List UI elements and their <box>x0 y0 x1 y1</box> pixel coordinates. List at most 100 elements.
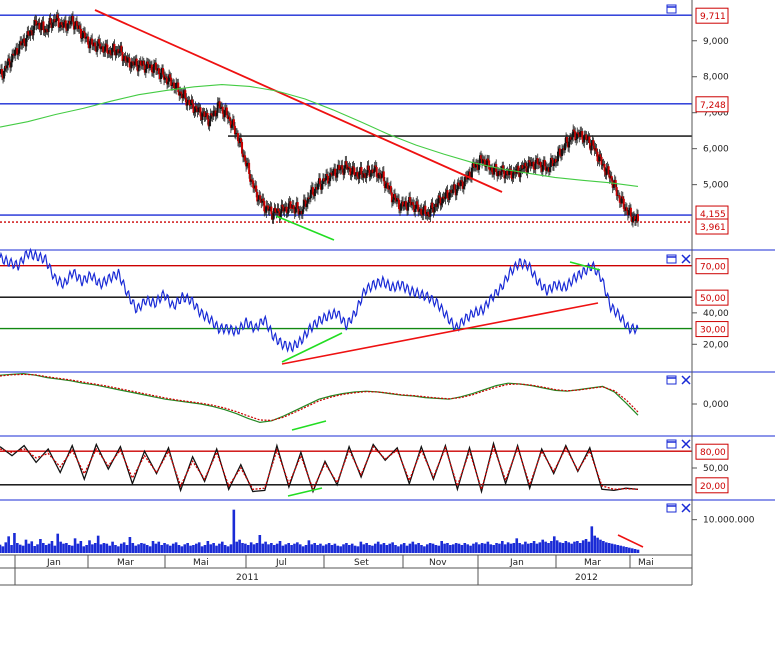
volume-bar <box>203 545 207 553</box>
x-tick-label: Set <box>354 558 369 568</box>
stoch-divergence-line <box>287 487 323 497</box>
rsi-panel <box>0 247 692 365</box>
volume-bar <box>200 546 204 553</box>
close-x-icon[interactable] <box>681 254 691 264</box>
volume-bar <box>365 543 368 553</box>
volume-bar <box>284 544 288 553</box>
volume-bar <box>73 538 77 553</box>
x-axis: Jan Mar Mai Jul Set Nov Jan Mar Mai 2011… <box>14 555 654 585</box>
volume-bar <box>613 544 617 553</box>
volume-bar <box>212 543 215 553</box>
volume-bar <box>371 545 374 553</box>
window-maximize-icon[interactable] <box>666 439 677 449</box>
volume-bar <box>278 541 282 553</box>
volume-bar <box>376 541 380 553</box>
volume-bar <box>472 543 475 553</box>
volume-bar <box>235 541 239 553</box>
volume-bar <box>506 542 510 553</box>
volume-trendline <box>617 534 644 548</box>
x-tick-label: Nov <box>429 558 447 568</box>
volume-bar <box>564 541 568 553</box>
volume-bar <box>36 544 39 553</box>
volume-bar <box>394 545 397 553</box>
volume-bar <box>581 540 585 553</box>
volume-bar <box>157 541 161 553</box>
x-tick-label: Jan <box>46 558 61 568</box>
volume-bar <box>498 543 501 553</box>
volume-bar <box>65 543 68 553</box>
volume-bar <box>125 545 129 553</box>
volume-bar <box>30 541 34 553</box>
volume-bar <box>47 543 51 553</box>
stoch-tag-80: 80,00 <box>700 448 726 458</box>
close-x-icon[interactable] <box>681 375 691 385</box>
signal-line <box>0 373 639 422</box>
volume-bar <box>636 549 640 553</box>
volume-bar <box>434 545 438 553</box>
volume-bar <box>324 544 328 553</box>
volume-y-label: 10.000.000 <box>703 516 755 526</box>
price-tag-last: 3,961 <box>700 223 726 233</box>
volume-bar <box>333 543 337 553</box>
window-maximize-icon[interactable] <box>666 503 677 513</box>
volume-bar <box>339 546 342 553</box>
volume-bar <box>567 542 571 553</box>
volume-bar <box>186 543 189 553</box>
price-tag-resistance: 7,248 <box>700 101 726 111</box>
volume-bar <box>503 544 507 553</box>
volume-bar <box>408 543 412 553</box>
volume-bar <box>607 543 611 553</box>
volume-bar <box>166 544 169 553</box>
window-maximize-icon[interactable] <box>666 375 677 385</box>
volume-bar <box>483 543 487 553</box>
volume-bar <box>379 544 383 553</box>
volume-bar <box>1 546 5 553</box>
volume-bar <box>593 535 596 553</box>
close-x-icon[interactable] <box>681 439 691 449</box>
volume-bar <box>399 544 403 553</box>
window-maximize-icon[interactable] <box>666 4 677 14</box>
volume-bar <box>44 545 48 553</box>
volume-bar <box>451 544 455 553</box>
volume-bar <box>489 544 493 553</box>
volume-bar <box>62 543 65 553</box>
volume-bar <box>93 543 97 553</box>
volume-bar <box>88 540 91 553</box>
volume-bar <box>226 546 230 553</box>
volume-bar <box>296 542 299 553</box>
volume-bar <box>420 545 423 553</box>
volume-bar <box>356 546 360 553</box>
volume-bar <box>39 539 42 553</box>
volume-bar <box>509 543 513 553</box>
volume-bar <box>223 545 227 553</box>
volume-bar <box>261 543 265 553</box>
price-y-label: 9,000 <box>703 37 729 47</box>
volume-bar <box>134 545 137 553</box>
volume-bar <box>336 545 340 553</box>
volume-bar <box>529 543 533 553</box>
volume-bar <box>215 545 218 553</box>
volume-bar <box>345 543 348 553</box>
volume-bar <box>599 539 602 553</box>
volume-bar <box>573 541 576 553</box>
volume-bar <box>27 543 31 553</box>
price-y-label: 5,000 <box>703 181 729 191</box>
volume-bar <box>558 542 562 553</box>
volume-bar <box>267 544 270 553</box>
volume-bar <box>552 536 556 553</box>
volume-bar <box>232 509 236 553</box>
x-tick-label: Jul <box>275 558 287 568</box>
volume-bar <box>405 545 409 553</box>
close-x-icon[interactable] <box>681 503 691 513</box>
volume-bar <box>229 544 233 553</box>
volume-bar <box>313 543 316 553</box>
x-tick-label: Jan <box>509 558 524 568</box>
x-tick-label: Mar <box>584 558 601 568</box>
volume-bar <box>197 542 201 553</box>
window-maximize-icon[interactable] <box>666 254 677 264</box>
volume-bar <box>122 542 126 553</box>
rsi-y-label: 20,00 <box>703 340 729 350</box>
volume-bar <box>512 543 516 553</box>
volume-bar <box>24 539 28 553</box>
volume-bar <box>76 543 80 553</box>
